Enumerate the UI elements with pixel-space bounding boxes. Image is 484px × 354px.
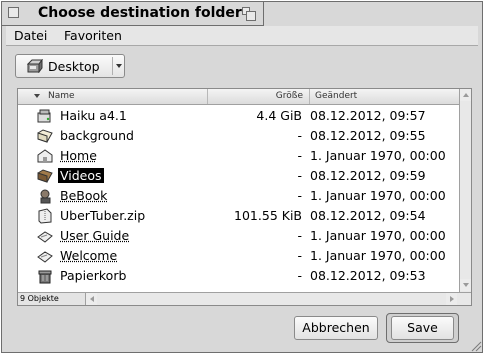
bebook-icon (40, 189, 51, 204)
file-modified: 1. Januar 1970, 00:00 (310, 188, 446, 203)
scroll-right-arrow-icon[interactable] (446, 293, 457, 305)
vertical-scrollbar[interactable] (459, 89, 471, 292)
column-header: Name Größe Geändert (18, 89, 459, 105)
scroll-down-arrow-icon[interactable] (460, 279, 471, 291)
file-modified: 08.12.2012, 09:53 (310, 268, 426, 283)
sort-descending-icon (34, 94, 40, 98)
resize-grip-icon[interactable] (468, 338, 482, 352)
chevron-down-icon (116, 64, 122, 68)
desktop-icon (27, 59, 43, 73)
menu-favoriten[interactable]: Favoriten (64, 28, 122, 43)
table-row[interactable]: UberTuber.zip 101.55 KiB 08.12.2012, 09:54 (18, 206, 459, 226)
file-modified: 1. Januar 1970, 00:00 (310, 228, 446, 243)
file-modified: 08.12.2012, 09:54 (310, 208, 426, 223)
table-row[interactable]: background -08.12.2012, 09:55 (18, 126, 459, 146)
column-modified[interactable]: Geändert (310, 89, 459, 104)
column-name[interactable]: Name (18, 89, 208, 104)
file-name: User Guide (60, 228, 130, 243)
dropdown-separator (112, 57, 113, 75)
file-name: UberTuber.zip (60, 208, 146, 223)
menu-datei[interactable]: Datei (14, 28, 47, 43)
folder-icon (37, 169, 53, 183)
table-row[interactable]: User Guide -1. Januar 1970, 00:00 (18, 226, 459, 246)
trash-icon (38, 270, 52, 284)
scroll-left-arrow-icon[interactable] (86, 293, 97, 305)
file-size: - (297, 248, 302, 263)
window-title: Choose destination folder (38, 5, 242, 21)
close-icon[interactable] (8, 7, 19, 18)
zoom-icon[interactable] (242, 7, 256, 21)
item-count: 9 Objekte (18, 293, 86, 305)
file-size: 101.55 KiB (234, 208, 302, 223)
scroll-up-arrow-icon[interactable] (460, 89, 471, 101)
file-name: BeBook (60, 188, 108, 203)
file-modified: 08.12.2012, 09:59 (310, 168, 426, 183)
file-list[interactable]: Name Größe Geändert Haiku a4.1 4.4 GiB 08.… (17, 88, 472, 306)
file-size: - (297, 268, 302, 283)
title-tab[interactable]: Choose destination folder (2, 2, 264, 26)
file-modified: 08.12.2012, 09:55 (310, 128, 426, 143)
file-modified: 1. Januar 1970, 00:00 (310, 148, 446, 163)
file-dialog-window: Choose destination folder Datei Favorite… (1, 1, 483, 353)
table-row[interactable]: Welcome -1. Januar 1970, 00:00 (18, 246, 459, 266)
menubar: Datei Favoriten (6, 26, 478, 46)
location-label: Desktop (48, 59, 100, 74)
location-dropdown[interactable]: Desktop (15, 54, 125, 78)
file-name: Welcome (60, 248, 118, 263)
file-name: Home (60, 148, 97, 163)
document-link-icon (37, 231, 53, 243)
file-size: - (297, 188, 302, 203)
column-size[interactable]: Größe (208, 89, 310, 104)
home-folder-icon (37, 149, 53, 163)
cancel-button[interactable]: Abbrechen (294, 316, 378, 340)
file-modified: 1. Januar 1970, 00:00 (310, 248, 446, 263)
zip-archive-icon (38, 208, 52, 224)
table-row[interactable]: BeBook -1. Januar 1970, 00:00 (18, 186, 459, 206)
table-row[interactable]: Papierkorb -08.12.2012, 09:53 (18, 266, 459, 286)
save-button[interactable]: Save (391, 316, 454, 340)
file-size: - (297, 168, 302, 183)
file-name: background (60, 128, 134, 143)
file-name: Papierkorb (60, 268, 127, 283)
folder-icon (37, 129, 53, 143)
document-link-icon (37, 251, 53, 263)
table-row[interactable]: Haiku a4.1 4.4 GiB 08.12.2012, 09:57 (18, 106, 459, 126)
file-size: 4.4 GiB (256, 108, 302, 123)
file-name: Videos (58, 168, 104, 183)
file-size: - (297, 148, 302, 163)
table-row[interactable]: Videos -08.12.2012, 09:59 (18, 166, 459, 186)
file-size: - (297, 228, 302, 243)
file-modified: 08.12.2012, 09:57 (310, 108, 426, 123)
horizontal-scrollbar[interactable]: 9 Objekte (18, 292, 471, 305)
table-row[interactable]: Home -1. Januar 1970, 00:00 (18, 146, 459, 166)
file-rows: Haiku a4.1 4.4 GiB 08.12.2012, 09:57 backgr… (18, 106, 459, 286)
file-size: - (297, 128, 302, 143)
file-name: Haiku a4.1 (60, 108, 127, 123)
drive-icon (37, 109, 51, 123)
